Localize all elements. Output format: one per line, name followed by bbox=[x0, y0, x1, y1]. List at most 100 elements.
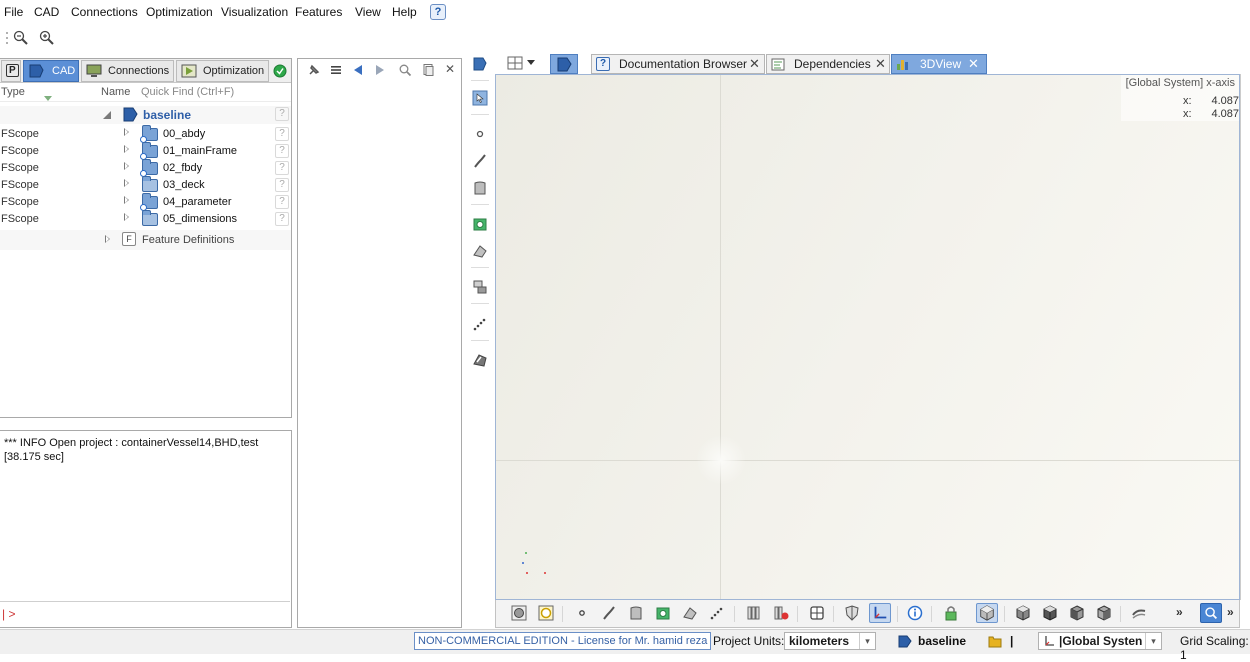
coordinate-system-select[interactable]: |Global Systen ▾ bbox=[1038, 632, 1162, 650]
help-qmark-icon[interactable]: ? bbox=[275, 161, 289, 175]
tree-row[interactable]: FScope 03_deck ? bbox=[0, 176, 291, 194]
collapsed-arrow-icon[interactable] bbox=[105, 235, 110, 243]
zoom-search-icon[interactable] bbox=[1200, 603, 1222, 623]
tree-row[interactable]: FScope 02_fbdy ? bbox=[0, 159, 291, 177]
show-curves-icon[interactable] bbox=[601, 605, 617, 621]
collapsed-arrow-icon[interactable] bbox=[124, 196, 129, 204]
render-colored-icon[interactable] bbox=[538, 605, 554, 621]
tab-cad[interactable]: CAD bbox=[23, 60, 79, 82]
select-icon[interactable] bbox=[472, 90, 488, 106]
column-type[interactable]: Type bbox=[1, 86, 25, 98]
close-panel-icon[interactable]: ✕ bbox=[445, 62, 455, 76]
collapsed-arrow-icon[interactable] bbox=[124, 162, 129, 170]
close-tab-icon[interactable]: ✕ bbox=[875, 55, 886, 73]
column-name[interactable]: Name bbox=[101, 86, 130, 98]
tree-row[interactable]: FScope 04_parameter ? bbox=[0, 193, 291, 211]
zoom-out-icon[interactable] bbox=[12, 29, 30, 47]
info-icon[interactable] bbox=[907, 605, 923, 621]
point-icon[interactable] bbox=[472, 126, 488, 142]
menu-file[interactable]: File bbox=[4, 5, 23, 19]
menu-view[interactable]: View bbox=[355, 5, 381, 19]
grid-view-icon[interactable] bbox=[809, 605, 825, 621]
dotted-line-icon[interactable] bbox=[472, 316, 488, 332]
feature-definitions-row[interactable]: F Feature Definitions bbox=[0, 230, 291, 250]
more-tools-icon[interactable]: » bbox=[1227, 605, 1234, 619]
help-qmark-icon[interactable]: ? bbox=[275, 195, 289, 209]
3d-viewport[interactable]: [Global System] x-axis x: 4.087 x: 4.087 bbox=[495, 74, 1240, 600]
help-qmark-icon[interactable]: ? bbox=[275, 127, 289, 141]
close-tab-icon[interactable]: ✕ bbox=[749, 55, 760, 73]
help-qmark-icon[interactable]: ? bbox=[275, 178, 289, 192]
show-points-icon[interactable] bbox=[574, 605, 590, 621]
collapsed-arrow-icon[interactable] bbox=[124, 128, 129, 136]
section-icon[interactable] bbox=[746, 605, 762, 621]
back-arrow-icon[interactable] bbox=[351, 63, 365, 77]
measure-icon[interactable] bbox=[472, 352, 488, 368]
tree-row[interactable]: FScope 00_abdy ? bbox=[0, 125, 291, 143]
collapsed-arrow-icon[interactable] bbox=[124, 213, 129, 221]
tree-root-row[interactable]: baseline ? bbox=[0, 106, 291, 124]
active-baseline[interactable]: baseline bbox=[918, 634, 966, 648]
status-green-icon[interactable] bbox=[273, 64, 287, 78]
tab-documentation-browser[interactable]: ? Documentation Browser ✕ bbox=[591, 54, 765, 74]
more-tools-icon[interactable]: » bbox=[1176, 605, 1183, 619]
tab-3dview[interactable]: 3DView ✕ bbox=[891, 54, 987, 74]
tab-p[interactable]: P bbox=[1, 60, 21, 82]
view-cube-front-icon[interactable] bbox=[1015, 605, 1031, 621]
show-solids-icon[interactable] bbox=[682, 605, 698, 621]
menu-features[interactable]: Features bbox=[295, 5, 342, 19]
tab-optimization[interactable]: Optimization bbox=[176, 60, 269, 82]
menu-help[interactable]: Help bbox=[392, 5, 417, 19]
shield-icon[interactable] bbox=[844, 605, 860, 621]
lock-icon[interactable] bbox=[943, 605, 959, 621]
chevron-down-icon[interactable]: ▾ bbox=[859, 633, 875, 649]
axis-system-icon[interactable] bbox=[869, 603, 891, 623]
zoom-in-icon[interactable] bbox=[38, 29, 56, 47]
curve-icon[interactable] bbox=[472, 153, 488, 169]
whats-this-help-icon[interactable]: ? bbox=[430, 4, 446, 20]
menu-visualization[interactable]: Visualization bbox=[221, 5, 288, 19]
chevron-down-icon[interactable]: ▾ bbox=[1145, 633, 1161, 649]
help-qmark-icon[interactable]: ? bbox=[275, 212, 289, 226]
green-surface-icon[interactable] bbox=[472, 216, 488, 232]
forward-arrow-icon[interactable] bbox=[373, 63, 387, 77]
layout-grid-icon[interactable] bbox=[507, 55, 523, 71]
tree-row[interactable]: FScope 05_dimensions ? bbox=[0, 210, 291, 228]
curvature-icon[interactable] bbox=[1131, 605, 1147, 621]
help-qmark-icon[interactable]: ? bbox=[275, 144, 289, 158]
tab-dependencies[interactable]: Dependencies ✕ bbox=[766, 54, 890, 74]
view-cube-iso-icon[interactable] bbox=[976, 603, 998, 623]
tree-row[interactable]: FScope 01_mainFrame ? bbox=[0, 142, 291, 160]
show-surfaces-icon[interactable] bbox=[628, 605, 644, 621]
help-qmark-icon[interactable]: ? bbox=[275, 107, 289, 121]
view-cube-top-icon[interactable] bbox=[1069, 605, 1085, 621]
surface-icon[interactable] bbox=[472, 180, 488, 196]
show-faces-icon[interactable] bbox=[655, 605, 671, 621]
cad-object-icon[interactable] bbox=[472, 56, 488, 72]
delete-section-icon[interactable] bbox=[773, 605, 789, 621]
collapsed-arrow-icon[interactable] bbox=[124, 179, 129, 187]
menu-optimization[interactable]: Optimization bbox=[146, 5, 213, 19]
menu-connections[interactable]: Connections bbox=[71, 5, 138, 19]
view-cube-side-icon[interactable] bbox=[1042, 605, 1058, 621]
project-units-select[interactable]: kilometers ▾ bbox=[784, 632, 876, 650]
menu-cad[interactable]: CAD bbox=[34, 5, 59, 19]
expanded-arrow-icon[interactable] bbox=[103, 111, 111, 119]
list-icon[interactable] bbox=[329, 63, 343, 77]
console-input[interactable]: | > bbox=[0, 601, 290, 627]
copy-icon[interactable] bbox=[421, 63, 435, 77]
render-shaded-icon[interactable] bbox=[511, 605, 527, 621]
cad-view-button[interactable] bbox=[550, 54, 578, 74]
layout-dropdown-icon[interactable] bbox=[527, 60, 535, 65]
show-lines-icon[interactable] bbox=[709, 605, 725, 621]
view-cube-back-icon[interactable] bbox=[1096, 605, 1112, 621]
tab-connections[interactable]: Connections bbox=[81, 60, 174, 82]
solid-icon[interactable] bbox=[472, 243, 488, 259]
connection-icon[interactable] bbox=[472, 279, 488, 295]
folder-icon[interactable] bbox=[988, 635, 1002, 648]
search-icon[interactable] bbox=[398, 63, 412, 77]
pin-icon[interactable] bbox=[307, 63, 321, 77]
quick-find-input[interactable]: Quick Find (Ctrl+F) bbox=[141, 86, 234, 98]
collapsed-arrow-icon[interactable] bbox=[124, 145, 129, 153]
close-tab-icon[interactable]: ✕ bbox=[968, 55, 979, 73]
